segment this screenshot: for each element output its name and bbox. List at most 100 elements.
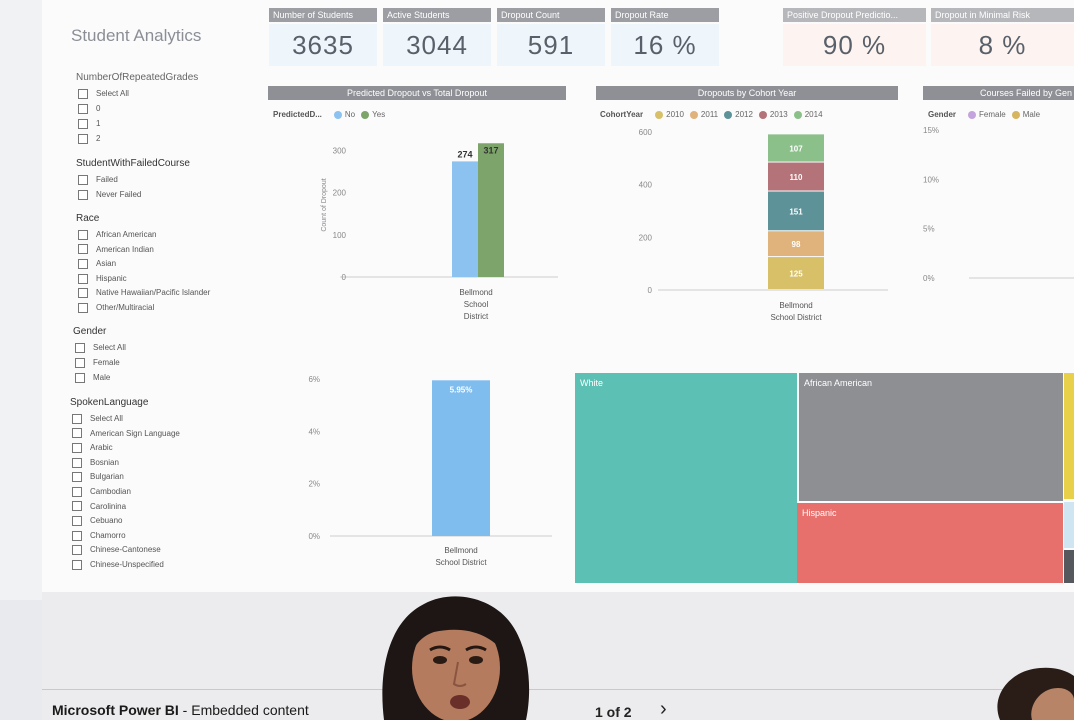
treemap-label: White: [580, 378, 603, 388]
treemap-tile-african-american[interactable]: [799, 373, 1063, 501]
legend-swatch-2014: [793, 110, 802, 119]
checkbox[interactable]: [78, 229, 88, 240]
checkbox[interactable]: [72, 413, 82, 424]
slicer-option[interactable]: 2: [78, 133, 100, 145]
checkbox[interactable]: [78, 133, 88, 144]
card-value[interactable]: 3635: [269, 24, 377, 66]
checkbox[interactable]: [78, 302, 88, 313]
chart-cohort-year[interactable]: 0 200 400 600 125 98 151 110 107 Bellmond School D…: [596, 124, 900, 330]
slicer-option[interactable]: Female: [75, 357, 120, 369]
treemap-tile-other[interactable]: [1064, 550, 1074, 583]
checkbox[interactable]: [72, 530, 82, 541]
checkbox[interactable]: [78, 244, 88, 255]
slicer-option[interactable]: Chinese-Cantonese: [72, 544, 161, 556]
checkbox[interactable]: [78, 189, 88, 200]
slicer-option[interactable]: Select All: [78, 88, 129, 100]
slicer-option[interactable]: American Indian: [78, 244, 154, 256]
checkbox[interactable]: [72, 501, 82, 512]
checkbox[interactable]: [78, 174, 88, 185]
next-page-button[interactable]: ›: [660, 698, 667, 720]
checkbox[interactable]: [72, 516, 82, 527]
card-value[interactable]: 16 %: [611, 24, 719, 66]
y-tick-label: 0%: [923, 274, 935, 283]
slicer-option[interactable]: Select All: [75, 342, 126, 354]
slicer-option[interactable]: Carolinina: [72, 501, 126, 513]
chart-dropout-rate-district[interactable]: 0% 2% 4% 6% 5.95% Bellmond School District: [258, 368, 558, 572]
card-label: Positive Dropout Predictio...: [783, 8, 926, 22]
treemap-tile-other[interactable]: [1064, 502, 1074, 548]
checkbox[interactable]: [78, 103, 88, 114]
slicer-option[interactable]: Chamorro: [72, 530, 126, 542]
slicer-option[interactable]: Other/Multiracial: [78, 302, 154, 314]
checkbox[interactable]: [78, 259, 88, 270]
chart-courses-failed[interactable]: 0%5%10%15%13.48%BellmSchDist: [923, 124, 1074, 330]
y-tick-label: 0: [342, 273, 347, 282]
slicer-option[interactable]: Bosnian: [72, 457, 119, 469]
checkbox[interactable]: [75, 357, 85, 368]
slicer-option[interactable]: Native Hawaiian/Pacific Islander: [78, 287, 210, 299]
slicer-option[interactable]: Select All: [72, 413, 123, 425]
bar[interactable]: [432, 380, 490, 536]
checkbox[interactable]: [75, 342, 85, 353]
slicer-option[interactable]: Chinese-Unspecified: [72, 559, 164, 571]
treemap-tile-hispanic[interactable]: [797, 503, 1063, 583]
checkbox[interactable]: [72, 472, 82, 483]
presentation-screen: Student Analytics NumberOfRepeatedGrades…: [0, 0, 1074, 720]
chart-predicted-dropout[interactable]: 0 100 200 300 Count of Dropout 274 317 Bellmond…: [268, 130, 568, 330]
slicer-option[interactable]: Bulgarian: [72, 471, 124, 483]
checkbox[interactable]: [72, 559, 82, 570]
legend-label-2014: 2014: [804, 110, 823, 119]
checkbox[interactable]: [78, 288, 88, 299]
slicer-option-label: Never Failed: [96, 190, 142, 199]
legend-gender: Gender Female Male: [928, 110, 1040, 119]
checkbox[interactable]: [78, 88, 88, 99]
data-label: 274: [457, 149, 472, 159]
y-tick-label: 2%: [308, 480, 320, 489]
y-axis-label: Count of Dropout: [321, 178, 328, 231]
slicer-option[interactable]: African American: [78, 229, 156, 241]
slicer-option[interactable]: Cebuano: [72, 515, 122, 527]
treemap-race[interactable]: White African American Hispanic: [574, 372, 1074, 584]
legend-swatch-no: [333, 110, 342, 119]
card-value[interactable]: 8 %: [931, 24, 1074, 66]
powerbi-brand[interactable]: Microsoft Power BI - Embedded content: [52, 702, 309, 718]
slicer-option[interactable]: Hispanic: [78, 273, 127, 285]
slicer-option[interactable]: Failed: [78, 174, 118, 186]
checkbox[interactable]: [72, 457, 82, 468]
slicer-option[interactable]: Asian: [78, 258, 116, 270]
slicer-option[interactable]: Never Failed: [78, 189, 141, 201]
screen-bezel: [0, 0, 42, 600]
treemap-tile-other[interactable]: [1064, 373, 1074, 499]
card-label: Number of Students: [269, 8, 377, 22]
second-person-photo: [997, 667, 1074, 720]
slicer-option[interactable]: Cambodian: [72, 486, 131, 498]
legend-title: CohortYear: [600, 110, 644, 119]
checkbox[interactable]: [75, 372, 85, 383]
slicer-option[interactable]: 1: [78, 118, 100, 130]
y-tick-label: 6%: [308, 375, 320, 384]
checkbox[interactable]: [72, 545, 82, 556]
slicer-option[interactable]: Arabic: [72, 442, 113, 454]
embed-footer: Microsoft Power BI - Embedded content 1 …: [42, 592, 1074, 720]
checkbox[interactable]: [72, 428, 82, 439]
slicer-option-label: Asian: [96, 259, 117, 269]
checkbox[interactable]: [72, 443, 82, 454]
card-value[interactable]: 591: [497, 24, 605, 66]
slicer-option-label: American Sign Language: [90, 428, 180, 438]
treemap-tile-white[interactable]: [575, 373, 797, 583]
card-value[interactable]: 3044: [383, 24, 491, 66]
bar-no[interactable]: [452, 161, 478, 277]
card-value[interactable]: 90 %: [783, 24, 926, 66]
checkbox[interactable]: [72, 486, 82, 497]
checkbox[interactable]: [78, 118, 88, 129]
treemap-label: African American: [804, 378, 872, 388]
slicer-option-label: Male: [93, 373, 111, 382]
y-tick-label: 200: [639, 233, 653, 242]
legend-title: Gender: [928, 110, 957, 119]
slicer-option[interactable]: Male: [75, 372, 110, 384]
slicer-option[interactable]: American Sign Language: [72, 428, 180, 440]
slicer-option-label: Chamorro: [90, 530, 126, 540]
slicer-option[interactable]: 0: [78, 103, 100, 115]
checkbox[interactable]: [78, 273, 88, 284]
bar-yes[interactable]: [478, 143, 504, 277]
